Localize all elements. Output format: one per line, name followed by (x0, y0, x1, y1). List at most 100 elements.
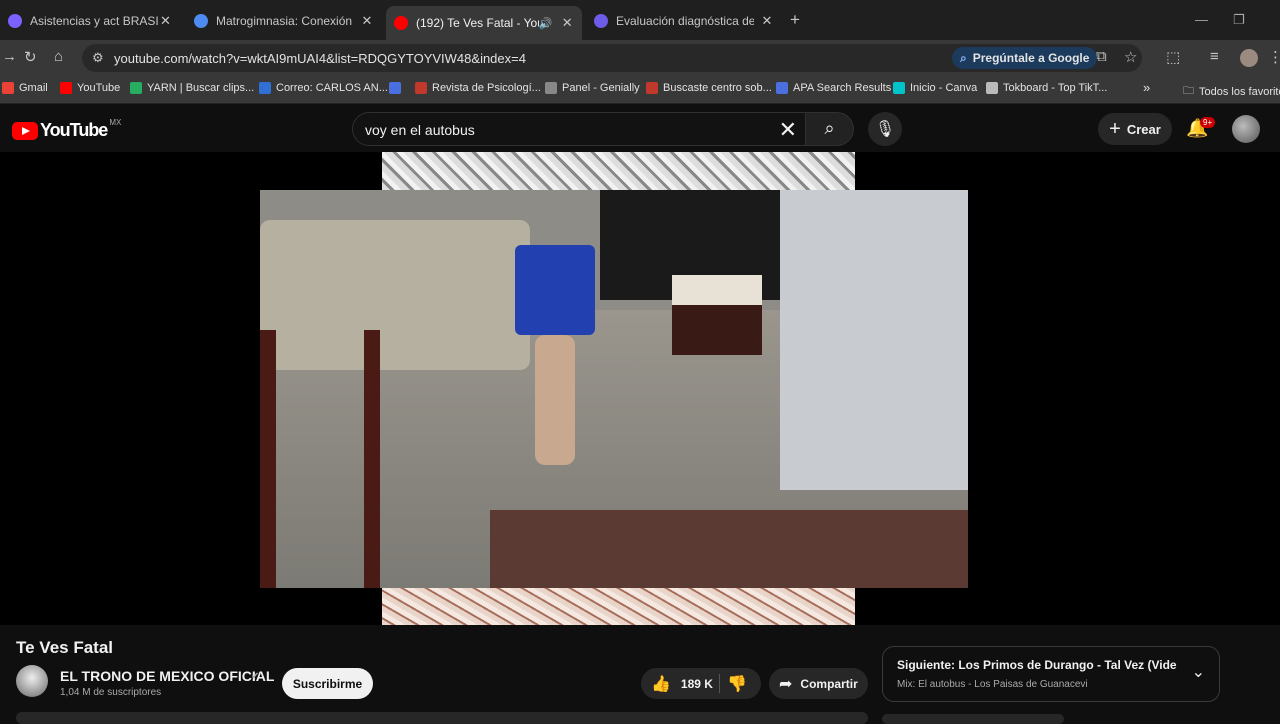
bookmark-icon (646, 82, 658, 94)
bookmark-item[interactable]: Revista de Psicologí... (415, 82, 541, 94)
up-next-panel[interactable]: Siguiente: Los Primos de Durango - Tal V… (882, 646, 1220, 702)
bookmark-label: Panel - Genially (562, 82, 640, 94)
tab-favicon-icon (8, 14, 22, 28)
search-input[interactable]: voy en el autobus ✕ (352, 112, 806, 146)
bookmark-item[interactable]: Tokboard - Top TikT... (986, 82, 1107, 94)
subscribe-button[interactable]: Suscribirme (282, 668, 373, 699)
tab-close-icon[interactable]: ✕ (560, 15, 574, 31)
browser-tab[interactable]: Evaluación diagnóstica desarro ✕ (586, 6, 782, 36)
bookmark-icon (60, 82, 72, 94)
bookmark-icon (389, 82, 401, 94)
extensions-icon[interactable]: ⬚ (1166, 48, 1180, 66)
search-icon: ⌕ (824, 118, 835, 138)
browser-tab[interactable]: Asistencias y act BRASILAR y Te ✕ (0, 6, 180, 36)
bookmark-icon (986, 82, 998, 94)
bookmark-item[interactable]: YouTube (60, 82, 120, 94)
reload-icon[interactable]: ↻ (24, 48, 37, 66)
bookmark-label: Correo: CARLOS AN... (276, 82, 388, 94)
bookmark-icon (776, 82, 788, 94)
channel-name[interactable]: EL TRONO DE MEXICO OFICIAL (60, 668, 274, 684)
bookmark-item[interactable]: Buscaste centro sob... (646, 82, 772, 94)
tab-audio-icon[interactable]: 🔊 (539, 17, 553, 30)
video-person-legs (535, 335, 575, 465)
bookmarks-overflow-icon[interactable]: » (1143, 80, 1150, 95)
bookmarks-bar: Gmail YouTube YARN | Buscar clips... Cor… (0, 76, 1280, 104)
like-button[interactable]: 👍 189 K (641, 668, 719, 699)
video-wall (780, 190, 968, 490)
background-artwork-top (382, 152, 855, 190)
description-box[interactable] (16, 712, 868, 724)
browser-tab-bar: Asistencias y act BRASILAR y Te ✕ Matrog… (0, 0, 1280, 40)
profile-avatar[interactable] (1240, 49, 1258, 67)
forward-icon[interactable]: → (2, 48, 17, 65)
create-button[interactable]: + Crear (1098, 113, 1172, 145)
ask-google-button[interactable]: ⌕ Pregúntale a Google (952, 47, 1098, 69)
bookmark-icon (2, 82, 14, 94)
install-app-icon[interactable]: ⧉ (1096, 48, 1107, 65)
browser-tab[interactable]: Matrogimnasia: Conexión y Ne ✕ (186, 6, 382, 36)
bookmark-icon (259, 82, 271, 94)
tab-favicon-icon (594, 14, 608, 28)
bookmark-icon (415, 82, 427, 94)
video-chair (260, 330, 380, 588)
bookmark-label: Inicio - Canva (910, 82, 978, 94)
youtube-play-icon (12, 121, 38, 140)
bookmark-label: Gmail (19, 82, 48, 94)
all-favorites-folder[interactable]: 🗀 Todos los favorito (1183, 82, 1280, 101)
bookmark-item[interactable] (389, 82, 406, 94)
video-stool (672, 275, 762, 355)
bookmark-item[interactable]: Gmail (2, 82, 48, 94)
up-next-subtitle: Mix: El autobus - Los Paisas de Guanacev… (897, 679, 1088, 690)
tab-title: (192) Te Ves Fatal - YouTube (416, 16, 539, 30)
sidebar-chip[interactable] (882, 714, 1064, 724)
browser-tab-active[interactable]: (192) Te Ves Fatal - YouTube 🔊 ✕ (386, 6, 582, 40)
voice-search-button[interactable]: 🎙 (868, 112, 902, 146)
tab-title: Evaluación diagnóstica desarro (616, 14, 754, 28)
verified-icon: ✔ (251, 671, 260, 682)
search-button[interactable]: ⌕ (806, 112, 854, 146)
tab-title: Matrogimnasia: Conexión y Ne (216, 14, 354, 28)
notifications-badge: 9+ (1200, 117, 1216, 128)
ask-google-label: Pregúntale a Google (972, 51, 1090, 65)
bookmark-star-icon[interactable]: ☆ (1124, 48, 1137, 66)
bookmark-item[interactable]: APA Search Results (776, 82, 891, 94)
home-icon[interactable]: ⌂ (54, 48, 63, 65)
bookmark-icon (893, 82, 905, 94)
tab-favicon-icon (194, 14, 208, 28)
dislike-button-thumbs-down-icon[interactable]: 👎 (727, 674, 747, 694)
search-query: voy en el autobus (365, 122, 475, 138)
video-table (490, 510, 968, 588)
bookmark-item[interactable]: Correo: CARLOS AN... (259, 82, 388, 94)
bookmark-label: APA Search Results (793, 82, 892, 94)
bookmark-label: YARN | Buscar clips... (147, 82, 255, 94)
share-button[interactable]: ➦ Compartir (769, 668, 868, 699)
logo-text: YouTube (40, 120, 108, 140)
divider (719, 674, 720, 693)
clear-search-icon[interactable]: ✕ (779, 117, 797, 143)
restore-icon[interactable]: ❐ (1233, 12, 1245, 28)
new-tab-button[interactable]: + (790, 10, 800, 30)
bookmark-icon (545, 82, 557, 94)
media-controls-icon[interactable]: ≡ (1210, 48, 1219, 65)
video-player[interactable] (0, 152, 1280, 625)
channel-avatar[interactable] (16, 665, 48, 697)
bookmark-item[interactable]: Inicio - Canva (893, 82, 977, 94)
site-info-icon[interactable]: ⚙ (92, 50, 104, 66)
tab-close-icon[interactable]: ✕ (159, 13, 172, 29)
tab-close-icon[interactable]: ✕ (760, 13, 774, 29)
youtube-logo[interactable]: YouTube MX (12, 118, 121, 141)
share-arrow-icon: ➦ (779, 675, 793, 693)
bookmark-item[interactable]: Panel - Genially (545, 82, 640, 94)
bookmark-label: YouTube (77, 82, 121, 94)
tab-close-icon[interactable]: ✕ (360, 13, 374, 29)
url-text: youtube.com/watch?v=wktAI9mUAI4&list=RDQ… (114, 51, 526, 66)
video-frame[interactable] (260, 190, 968, 588)
tab-title: Asistencias y act BRASILAR y Te (30, 14, 159, 28)
bookmark-item[interactable]: YARN | Buscar clips... (130, 82, 254, 94)
background-artwork-bottom (382, 588, 855, 625)
create-label: Crear (1126, 121, 1161, 137)
account-avatar[interactable] (1232, 115, 1260, 143)
minimize-icon[interactable]: — (1195, 12, 1208, 27)
chevron-down-icon[interactable]: ⌄ (1192, 662, 1205, 682)
menu-icon[interactable]: ⋮ (1268, 48, 1280, 66)
